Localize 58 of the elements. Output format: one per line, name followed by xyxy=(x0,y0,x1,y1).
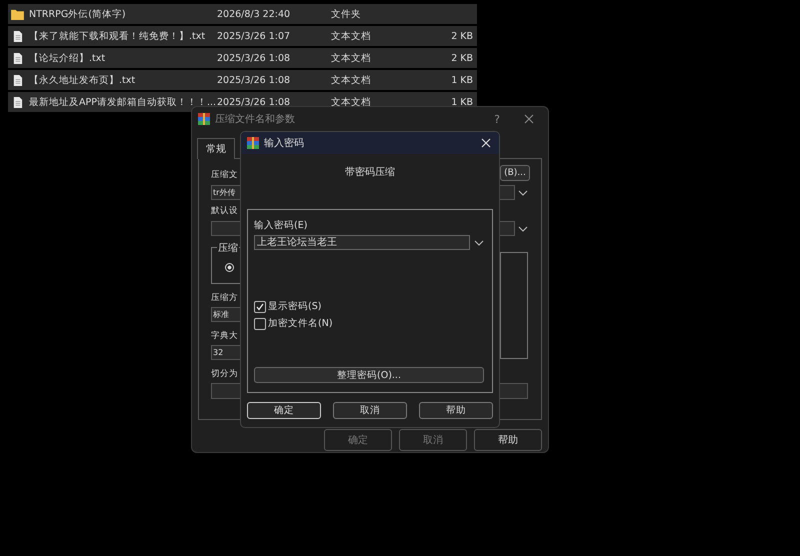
dialog-button[interactable]: 帮助 xyxy=(419,402,493,419)
field-label: 压缩文 xyxy=(211,169,238,181)
folder-icon xyxy=(11,8,24,20)
field-label: 压缩方 xyxy=(211,292,238,304)
file-name: NTRRPG外伝(简体字) xyxy=(29,8,127,20)
file-name: 【论坛介绍】.txt xyxy=(29,52,106,64)
file-type: 文本文档 xyxy=(331,96,372,108)
file-row[interactable]: 【来了就能下载和观看！纯免费！】.txt 2025/3/26 1:07 文本文档 2 KB xyxy=(8,26,477,46)
file-name: 最新地址及APP请发邮箱自动获取！！！.... xyxy=(29,96,217,108)
checkbox[interactable] xyxy=(254,318,266,330)
file-name: 【来了就能下载和观看！纯免费！】.txt xyxy=(29,30,206,42)
file-type: 文件夹 xyxy=(331,8,362,20)
group-label: 压缩 xyxy=(217,241,239,255)
dialog-button[interactable]: 帮助 xyxy=(474,429,542,451)
archive-icon xyxy=(198,113,210,125)
file-row[interactable]: NTRRPG外伝(简体字) 2026/8/3 22:40 文件夹 xyxy=(8,4,477,24)
window-title: 输入密码 xyxy=(264,136,305,150)
dialog-button[interactable]: 确定 xyxy=(247,402,321,419)
tab[interactable]: 常规 xyxy=(197,138,235,159)
file-size: 2 KB xyxy=(451,52,473,64)
document-icon xyxy=(11,96,24,108)
file-date: 2026/8/3 22:40 xyxy=(217,8,292,20)
file-date: 2025/3/26 1:08 xyxy=(217,74,292,86)
file-size: 1 KB xyxy=(451,74,473,86)
checkbox-label: 显示密码(S) xyxy=(268,300,322,313)
file-size: 1 KB xyxy=(451,96,473,108)
chevron-down-icon[interactable] xyxy=(518,190,528,196)
checkbox-label: 加密文件名(N) xyxy=(268,317,333,330)
dialog-heading: 带密码压缩 xyxy=(344,166,396,179)
checkbox[interactable] xyxy=(254,300,266,312)
file-date: 2025/3/26 1:08 xyxy=(217,52,292,64)
file-row[interactable]: 【论坛介绍】.txt 2025/3/26 1:08 文本文档 2 KB xyxy=(8,48,477,68)
document-icon xyxy=(11,74,24,86)
dialog-button[interactable]: 取消 xyxy=(333,402,407,419)
archive-icon xyxy=(247,137,259,149)
file-date: 2025/3/26 1:08 xyxy=(217,96,292,108)
document-icon xyxy=(11,52,24,64)
list-box[interactable] xyxy=(500,252,528,359)
file-type: 文本文档 xyxy=(331,30,372,42)
file-name: 【永久地址发布页】.txt xyxy=(29,74,136,86)
field-label: 默认设 xyxy=(211,205,238,217)
file-type: 文本文档 xyxy=(331,52,372,64)
password-field[interactable]: 上老王论坛当老王 xyxy=(254,235,470,250)
document-icon xyxy=(11,30,24,42)
file-date: 2025/3/26 1:07 xyxy=(217,30,292,42)
browse-button[interactable]: (B)... xyxy=(500,165,530,181)
file-row[interactable]: 【永久地址发布页】.txt 2025/3/26 1:08 文本文档 1 KB xyxy=(8,70,477,90)
window-title: 压缩文件名和参数 xyxy=(215,112,296,126)
field-label: 字典大 xyxy=(211,330,238,342)
help-button[interactable]: ? xyxy=(494,112,500,126)
chevron-down-icon[interactable] xyxy=(518,226,528,232)
chevron-down-icon[interactable] xyxy=(474,240,484,246)
file-size: 2 KB xyxy=(451,30,473,42)
radio-button[interactable] xyxy=(225,263,234,272)
organize-button[interactable]: 整理密码(O)... xyxy=(254,367,484,383)
field-label: 输入密码(E) xyxy=(254,219,308,232)
file-type: 文本文档 xyxy=(331,74,372,86)
field-label: 切分为 xyxy=(211,368,238,380)
